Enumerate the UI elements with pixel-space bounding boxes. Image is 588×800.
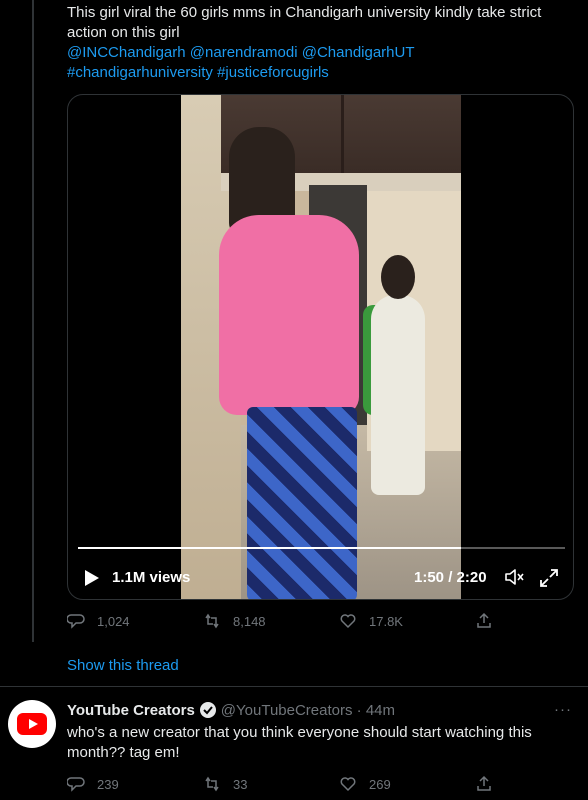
play-icon[interactable] — [84, 569, 100, 587]
fullscreen-icon[interactable] — [538, 567, 560, 589]
like-button[interactable]: 269 — [339, 775, 391, 793]
reply-icon — [67, 777, 85, 792]
retweet-button[interactable]: 8,148 — [203, 612, 266, 630]
tweet-text: This girl viral the 60 girls mms in Chan… — [67, 3, 567, 83]
reply-button[interactable]: 1,024 — [67, 612, 130, 630]
like-icon — [340, 614, 356, 629]
video-views: 1.1M views — [112, 569, 191, 586]
like-count: 269 — [369, 776, 391, 792]
like-icon — [340, 777, 356, 792]
video-progress-bar[interactable] — [78, 547, 565, 549]
tweet-mentions[interactable]: @INCChandigarh @narendramodi @Chandigarh… — [67, 43, 567, 63]
author-name[interactable]: YouTube Creators — [67, 702, 195, 719]
share-icon — [477, 775, 491, 791]
like-button[interactable]: 17.8K — [339, 612, 403, 630]
youtube-logo-icon — [17, 713, 47, 735]
video-frame — [181, 95, 461, 599]
reply-count: 1,024 — [97, 613, 130, 629]
share-button[interactable] — [475, 775, 505, 793]
tweet-text-line-1: This girl viral the 60 girls mms in Chan… — [67, 4, 542, 21]
retweet-icon — [205, 613, 219, 629]
tweet-text-line-2: action on this girl — [67, 24, 180, 41]
video-progress-fill — [78, 547, 461, 549]
avatar[interactable] — [8, 700, 56, 748]
share-icon — [477, 612, 491, 628]
video-player[interactable]: 1.1M views 1:50 / 2:20 — [67, 94, 574, 600]
tweet-divider — [0, 686, 588, 687]
retweet-button[interactable]: 33 — [203, 775, 247, 793]
reply-button[interactable]: 239 — [67, 775, 119, 793]
retweet-count: 8,148 — [233, 613, 266, 629]
tweet2-actions: 239 33 269 — [67, 775, 507, 795]
tweet2-text: who's a new creator that you think every… — [67, 724, 532, 761]
reply-count: 239 — [97, 776, 119, 792]
show-thread-link[interactable]: Show this thread — [67, 657, 179, 674]
thread-connector-line — [32, 0, 34, 642]
more-options-icon[interactable]: ··· — [554, 701, 572, 718]
share-button[interactable] — [475, 612, 505, 630]
author-handle-time[interactable]: @YouTubeCreators · 44m — [221, 702, 395, 719]
like-count: 17.8K — [369, 613, 403, 629]
reply-icon — [67, 614, 85, 629]
video-time: 1:50 / 2:20 — [414, 569, 487, 586]
verified-badge-icon — [199, 702, 216, 718]
retweet-icon — [205, 776, 219, 792]
volume-icon[interactable] — [504, 567, 526, 587]
tweet2-author: YouTube Creators @YouTubeCreators · 44m — [67, 701, 395, 719]
retweet-count: 33 — [233, 776, 248, 792]
tweet1-actions: 1,024 8,148 17.8K — [67, 612, 507, 632]
tweet-hashtags[interactable]: #chandigarhuniversity #justiceforcugirls — [67, 63, 567, 83]
